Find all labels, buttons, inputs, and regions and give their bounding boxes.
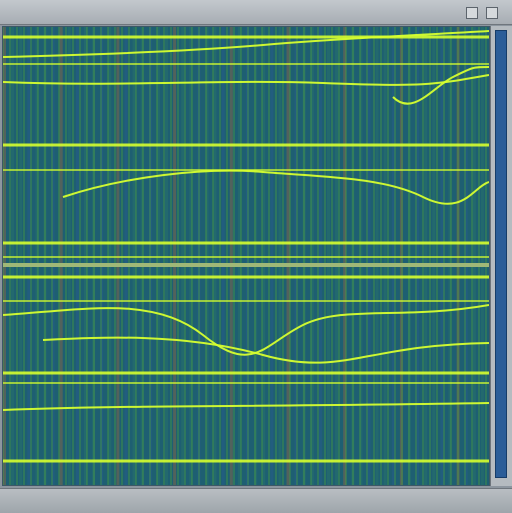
grid-band (383, 265, 387, 485)
grid-band (181, 265, 185, 485)
grid-band (432, 265, 436, 485)
status-bar (0, 488, 512, 513)
close-icon[interactable] (486, 7, 498, 19)
application-window (0, 0, 512, 513)
grid-band (318, 265, 322, 485)
grid-band (116, 265, 120, 485)
grid-band (237, 265, 241, 485)
grid-band (335, 265, 339, 485)
panel-divider (3, 263, 489, 267)
grid-band (229, 265, 233, 485)
grid-band (440, 265, 444, 485)
minimize-icon[interactable] (466, 7, 478, 19)
grid-band (75, 265, 79, 485)
grid-band (67, 265, 71, 485)
grid-band (416, 265, 420, 485)
grid-band (480, 265, 484, 485)
grid-band (124, 265, 128, 485)
grid-band (27, 265, 31, 485)
grid-band (19, 265, 23, 485)
grid-band (132, 265, 136, 485)
grid-band (278, 265, 282, 485)
grid-band (108, 265, 112, 485)
grid-band (472, 265, 476, 485)
grid-band (165, 265, 168, 485)
grid-band (367, 265, 371, 485)
grid-band (424, 265, 428, 485)
grid-band (391, 265, 395, 485)
waveform-canvas[interactable] (3, 27, 489, 485)
waveform-viewport[interactable] (2, 26, 490, 486)
scrollbar-thumb[interactable] (495, 30, 507, 478)
grid-band (270, 265, 274, 485)
grid-band (221, 265, 225, 485)
grid-band (286, 265, 290, 485)
grid-band (173, 265, 177, 485)
grid-band (375, 265, 379, 485)
vertical-scrollbar[interactable] (490, 26, 512, 486)
title-bar[interactable] (0, 0, 512, 25)
grid-band (59, 265, 63, 485)
grid-band (327, 265, 330, 485)
grid-band (213, 265, 217, 485)
grid-band (262, 265, 266, 485)
grid-band (11, 265, 15, 485)
